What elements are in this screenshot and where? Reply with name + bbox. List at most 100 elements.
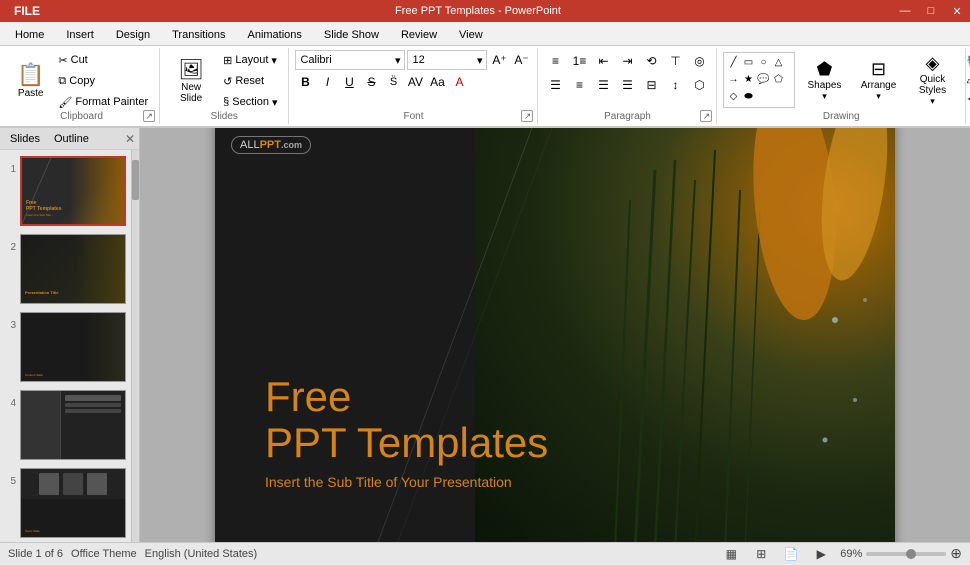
font-row-1: Calibri▾ 12▾ A⁺ A⁻ [295,50,531,70]
section-button[interactable]: § Section ▾ [218,92,282,112]
underline-button[interactable]: U [339,72,359,92]
increase-indent-button[interactable]: ⇥ [616,50,638,72]
slide-main-subtitle[interactable]: Insert the Sub Title of Your Presentatio… [265,474,548,490]
shape-cylinder[interactable]: ⬬ [741,89,755,103]
tab-view[interactable]: View [448,23,494,45]
decrease-indent-button[interactable]: ⇤ [592,50,614,72]
zoom-fit-button[interactable]: ⊕ [950,545,962,562]
view-slideshow-button[interactable]: ▶ [810,543,832,565]
justify-button[interactable]: ☰ [616,74,638,96]
decrease-font-button[interactable]: A⁻ [511,50,531,70]
shape-star[interactable]: ★ [741,72,755,86]
align-center-button[interactable]: ≡ [568,74,590,96]
line-spacing-button[interactable]: ↕ [664,74,686,96]
font-size-dropdown[interactable]: 12▾ [407,50,487,70]
view-slide-sorter-button[interactable]: ⊞ [750,543,772,565]
shape-callout[interactable]: 💬 [756,72,770,86]
shape-circle[interactable]: ○ [756,55,770,69]
slide5-photo2 [63,473,83,495]
slide-logo-accent: PPT [260,139,281,151]
convert-to-smartart-button[interactable]: ⬡ [688,74,710,96]
outline-tab[interactable]: Outline [48,132,95,146]
shape-fill-button[interactable]: 🪣 Shape Fill ▾ [961,52,970,70]
bullets-button[interactable]: ≡ [544,50,566,72]
tab-review[interactable]: Review [390,23,448,45]
view-normal-button[interactable]: ▦ [720,543,742,565]
paragraph-group: ≡ 1≡ ⇤ ⇥ ⟲ ⊤ ◎ ☰ ≡ ☰ ☰ ⊟ ↕ ⬡ [538,48,717,124]
shape-outline-button[interactable]: ▱ Shape Outline ▾ [961,71,970,89]
slide-logo-suffix: .com [281,140,302,150]
minimize-button[interactable]: — [892,0,918,22]
tab-slideshow[interactable]: Slide Show [313,23,390,45]
shapes-palette[interactable]: ╱ ▭ ○ △ → ★ 💬 ⬠ ◇ ⬬ [723,52,795,108]
clipboard-dialog-launcher[interactable]: ↗ [143,110,155,122]
tab-design[interactable]: Design [105,23,161,45]
maximize-button[interactable]: □ [918,0,944,22]
shape-outline-icon: ▱ [966,74,970,87]
main-slide-canvas[interactable]: ALLPPT.com Free PPT Templates Insert the… [215,128,895,542]
layout-button[interactable]: ⊞ Layout ▾ [218,50,282,70]
scrollbar-thumb[interactable] [132,160,139,200]
shape-triangle[interactable]: △ [771,55,785,69]
slides-group: 🖼 New Slide ⊞ Layout ▾ ↺ Reset § Section… [160,48,289,124]
shape-diamond[interactable]: ◇ [726,89,740,103]
shape-pentagon[interactable]: ⬠ [771,72,785,86]
panel-scrollbar[interactable] [131,150,139,542]
shape-arrow[interactable]: → [726,72,740,86]
numbering-button[interactable]: 1≡ [568,50,590,72]
shapes-arrow: ▾ [822,91,827,102]
char-spacing-button[interactable]: AV [405,72,425,92]
increase-font-button[interactable]: A⁺ [489,50,509,70]
new-slide-button[interactable]: 🖼 New Slide [166,50,216,110]
cut-button[interactable]: ✂ Cut [53,50,153,70]
arrange-button[interactable]: ⊟ Arrange ▾ [853,50,903,110]
slide-thumb-2[interactable]: 2 Presentation Title [2,232,137,306]
slide-thumb-5[interactable]: 5 Team Slide [2,466,137,540]
shape-rect[interactable]: ▭ [741,55,755,69]
italic-button[interactable]: I [317,72,337,92]
zoom-slider-thumb[interactable] [906,549,916,559]
copy-button[interactable]: ⧉ Copy [53,71,153,91]
paste-button[interactable]: 📋 Paste [10,50,51,110]
align-left-button[interactable]: ☰ [544,74,566,96]
align-text-button[interactable]: ⊤ [664,50,686,72]
tab-home[interactable]: Home [4,23,55,45]
shapes-arrange-btns: ⬟ Shapes ▾ [799,50,849,110]
tab-animations[interactable]: Animations [237,23,313,45]
shape-effects-button[interactable]: ✦ Shape Effects ▾ [961,90,970,108]
quick-styles-button[interactable]: ◈ Quick Styles ▾ [907,50,957,110]
main-area: Slides Outline ✕ 1 FreePPT Templates Ins… [0,128,970,542]
shape-line[interactable]: ╱ [726,55,740,69]
canvas-area[interactable]: ALLPPT.com Free PPT Templates Insert the… [140,128,970,542]
tab-insert[interactable]: Insert [55,23,105,45]
slide-main-title[interactable]: Free PPT Templates [265,374,548,466]
shadow-icon: S̈ [390,76,397,88]
smartart-button[interactable]: ◎ [688,50,710,72]
font-dialog-launcher[interactable]: ↗ [521,110,533,122]
file-tab[interactable]: FILE [0,0,54,22]
columns-button[interactable]: ⊟ [640,74,662,96]
slide-thumb-3[interactable]: 3 Content Slide [2,310,137,384]
strikethrough-button[interactable]: S [361,72,381,92]
reset-button[interactable]: ↺ Reset [218,71,282,91]
font-color-button[interactable]: A [449,72,469,92]
tab-transitions[interactable]: Transitions [161,23,236,45]
change-case-button[interactable]: Aa [427,72,447,92]
slide-thumb-4[interactable]: 4 [2,388,137,462]
slide-thumb-1[interactable]: 1 FreePPT Templates Insert the Sub Title… [2,154,137,228]
font-name-dropdown[interactable]: Calibri▾ [295,50,405,70]
close-button[interactable]: ✕ [944,0,970,22]
window-controls: — □ ✕ [892,0,970,22]
shapes-button[interactable]: ⬟ Shapes ▾ [799,50,849,110]
format-painter-button[interactable]: 🖌 Format Painter [53,92,153,112]
slides-tab[interactable]: Slides [4,132,46,146]
text-direction-button[interactable]: ⟲ [640,50,662,72]
panel-close-button[interactable]: ✕ [125,132,135,146]
shadow-button[interactable]: S̈ [383,72,403,92]
paragraph-dialog-launcher[interactable]: ↗ [700,110,712,122]
align-right-button[interactable]: ☰ [592,74,614,96]
view-reading-button[interactable]: 📄 [780,543,802,565]
zoom-slider[interactable] [866,552,946,556]
bold-button[interactable]: B [295,72,315,92]
slide-text-content[interactable]: Free PPT Templates Insert the Sub Title … [265,374,548,490]
